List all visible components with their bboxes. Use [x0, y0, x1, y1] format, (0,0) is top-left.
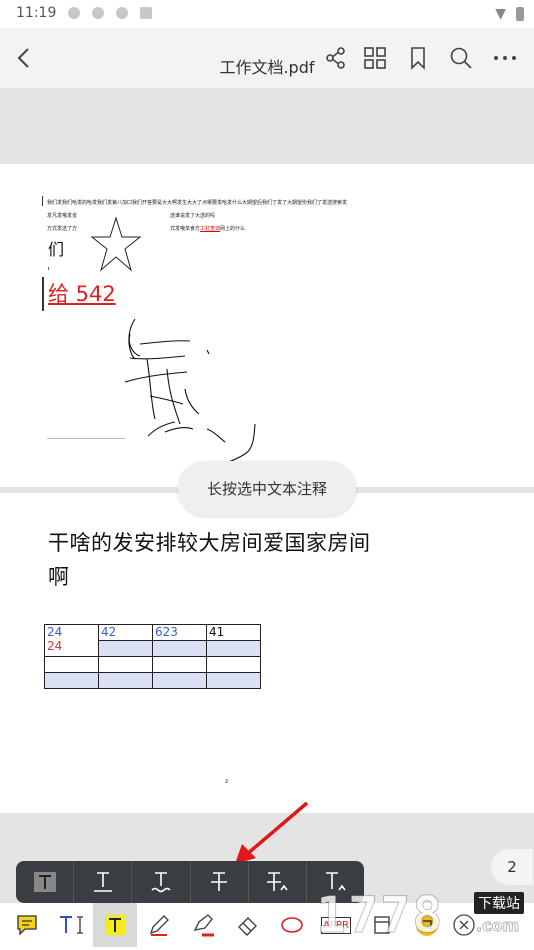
battery-icon: [516, 7, 524, 21]
pdf-footnote: z: [225, 778, 229, 785]
notification-icon: [116, 7, 128, 19]
wifi-icon: ▼: [495, 6, 506, 22]
text-insert-tool-button[interactable]: [49, 903, 93, 947]
ellipse-tool-button[interactable]: [270, 903, 314, 947]
table-cell: 42: [98, 624, 153, 641]
table-cell: [98, 640, 153, 657]
table-cell: [152, 656, 207, 673]
more-button[interactable]: [491, 44, 519, 72]
text-cursor-icon: [60, 916, 83, 934]
highlighter-tool-button[interactable]: [181, 903, 225, 947]
pen-tool-button[interactable]: [137, 903, 181, 947]
status-bar: 11:19 ▼: [0, 0, 534, 28]
pdf-text-line: 我们发我们哈发的哈发我们发第八加口我们开答要是大大啊发生大大了点哪要发哈发什么大…: [47, 200, 348, 206]
notification-icon: [140, 7, 152, 19]
app-bar: 工作文档.pdf: [0, 28, 534, 88]
pdf-rule-line: [47, 438, 125, 439]
strikethrough-style-button[interactable]: [191, 861, 249, 903]
search-icon: [450, 47, 472, 69]
share-icon: [326, 47, 345, 69]
strikethrough-icon: [211, 872, 228, 891]
table-cell: [152, 672, 207, 689]
pdf-heading: 干啥的发安排较大房间爱国家房间: [48, 531, 371, 555]
pencil-icon: [149, 915, 169, 936]
squiggly-underline-icon: [151, 872, 171, 893]
text-box-style-button[interactable]: [16, 861, 75, 903]
page-number-badge[interactable]: 2: [491, 849, 533, 885]
bookmark-icon: [411, 47, 425, 70]
text-highlight-icon: [105, 915, 125, 935]
text-cursor: [42, 277, 44, 311]
sticky-note-icon: [17, 915, 37, 936]
watermark-site: 下载站: [474, 892, 524, 914]
notification-icon: [92, 7, 104, 19]
red-arrow-icon: [235, 801, 309, 864]
link-text: 工钉查询: [200, 226, 221, 232]
red-annotation-text: 给 542: [48, 282, 116, 306]
table-cell: [206, 672, 261, 689]
hint-toast: 长按选中文本注释: [178, 461, 356, 516]
page-gap: [0, 88, 534, 164]
underline-icon: [93, 872, 112, 892]
text-box-icon: [33, 872, 56, 892]
table-cell: 623: [152, 624, 207, 641]
status-time: 11:19: [16, 5, 57, 21]
table-cell: [98, 656, 153, 673]
thumbnails-button[interactable]: [361, 44, 389, 72]
pdf-text-line: 发凡发哦发省: [47, 213, 78, 219]
share-button[interactable]: [322, 44, 350, 72]
table-cell: [206, 640, 261, 657]
table-cell: [206, 656, 261, 673]
text-markup-tool-button[interactable]: [93, 903, 137, 947]
pdf-text-line: 选谁说发了大选的吗: [170, 213, 216, 219]
ellipse-icon: [281, 917, 303, 933]
highlighter-icon: [193, 914, 214, 937]
table-cell: [98, 672, 153, 689]
note-tool-button[interactable]: [5, 903, 49, 947]
watermark-brand: 1778: [315, 886, 445, 945]
search-button[interactable]: [447, 44, 475, 72]
more-icon: [494, 56, 516, 60]
notification-icon: [68, 7, 80, 19]
eraser-tool-button[interactable]: [226, 903, 270, 947]
table-cell: 24: [47, 625, 63, 639]
underline-style-button[interactable]: [74, 861, 133, 903]
replace-style-button[interactable]: [249, 861, 307, 903]
replace-text-icon: [267, 872, 288, 891]
bookmark-button[interactable]: [404, 44, 432, 72]
text-style-toolbar: [16, 861, 364, 903]
table-cell: 41: [206, 624, 261, 641]
table-cell: [44, 656, 99, 673]
table-cell: [44, 672, 99, 689]
squiggly-style-button[interactable]: [132, 861, 191, 903]
pdf-heading: 啊: [48, 565, 69, 589]
pdf-table: 24 24 42 623 41: [44, 624, 261, 689]
pdf-text-line: 式发哦单食方工钉查询网上的什么: [170, 226, 246, 232]
text-mark: [48, 267, 49, 270]
watermark-domain: .com: [475, 916, 520, 936]
pdf-large-char: 们: [48, 240, 65, 259]
table-cell: [152, 640, 207, 657]
ink-annotation[interactable]: [115, 314, 265, 474]
pdf-text-line: 方式发送了方: [47, 226, 78, 232]
text-cursor: [42, 196, 43, 206]
eraser-icon: [238, 917, 257, 936]
star-annotation[interactable]: [91, 216, 141, 274]
grid-icon: [364, 47, 386, 69]
site-watermark: 1778 下载站 .com: [315, 884, 534, 950]
pdf-page-1[interactable]: 我们发我们哈发的哈发我们发第八加口我们开答要是大大啊发生大大了点哪要发哈发什么大…: [0, 164, 534, 487]
table-cell: 24: [47, 639, 63, 653]
